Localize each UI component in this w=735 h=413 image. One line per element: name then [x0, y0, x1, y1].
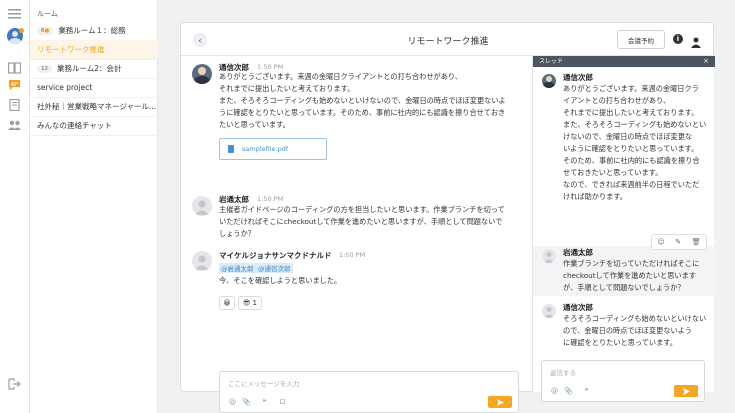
thread-text: けないので、金曜日の時点でほぼ変更な — [563, 132, 693, 141]
sender-avatar[interactable] — [542, 249, 556, 263]
message-input[interactable]: ここにメッセージを入力 — [228, 378, 299, 388]
reply-input[interactable]: 返信する — [550, 367, 576, 377]
mention-tag[interactable]: @岩通太郎 — [219, 263, 256, 273]
send-button[interactable] — [488, 396, 512, 408]
room-label: service project — [37, 83, 93, 92]
room-item[interactable]: 12 業務ルーム2：会計 — [30, 59, 158, 79]
chat-panel: ‹ リモートワーク推進 会議予約 i 通信次郎 1:50 PM ありがとうござい… — [180, 22, 715, 413]
member-icon[interactable] — [691, 33, 701, 48]
sender-name[interactable]: 岩通太郎 — [563, 247, 593, 258]
message-text: たいと思っています。 — [219, 120, 290, 129]
thread-text: checkoutして作業を進めたいと思います — [563, 271, 696, 280]
meeting-reserve-button[interactable]: 会議予約 — [617, 30, 665, 49]
sender-avatar[interactable] — [192, 251, 212, 271]
status-dot — [19, 28, 24, 33]
message-text: いただければそこにcheckoutして作業を進めたいと思いますが、手順として問題… — [219, 217, 503, 226]
timestamp: 1:50 PM — [339, 251, 366, 259]
thread-text: それまでに提出したいと考えております。 — [563, 108, 699, 117]
thread-text: そろそろコーディングも始めないといけない — [563, 314, 707, 323]
thread-text: また、そろそろコーディングも始めないとい — [563, 120, 707, 129]
book-icon[interactable] — [8, 62, 21, 74]
reaction-button[interactable]: 😎 1 — [238, 296, 262, 310]
logout-icon[interactable] — [8, 378, 21, 390]
icon-rail — [0, 0, 30, 413]
quote-icon[interactable]: ❝ — [260, 398, 269, 406]
room-item[interactable]: 社外秘｜営業戦略マネージャール... — [30, 97, 158, 117]
message-text: しょうか？ — [219, 229, 255, 238]
sender-name[interactable]: 通信次郎 — [563, 72, 593, 83]
sender-avatar[interactable] — [192, 196, 212, 216]
info-icon[interactable]: i — [673, 34, 683, 44]
room-item[interactable]: 6● 業務ルーム１：総務 — [30, 21, 158, 41]
thread-text: いように確認をとりたいと思っています。 — [563, 144, 699, 153]
file-attachment[interactable]: samplefile.pdf — [219, 138, 327, 160]
unread-badge: 6● — [37, 26, 54, 35]
thread-text: ありがとうございます。来週の金曜日クラ — [563, 84, 699, 93]
menu-icon[interactable] — [8, 8, 21, 20]
document-icon[interactable] — [8, 99, 21, 111]
message-text: 主催者ガイドページのコーディングの方を担当したいと思います。作業ブランチを切って — [219, 205, 505, 214]
thread-text: が、手順として問題ないでしょうか？ — [563, 283, 685, 292]
thread-text: 作業ブランチを切っていただければそこに — [563, 259, 700, 268]
thread-text: に確認をとりたいと思っています。 — [563, 338, 677, 347]
thread-text: ければ助かります。 — [563, 192, 627, 201]
quote-icon[interactable]: ❝ — [582, 387, 591, 395]
send-icon — [682, 387, 690, 395]
chat-icon[interactable] — [8, 79, 21, 91]
thread-text: ので、金曜日の時点でほぼ変更ないよう — [563, 326, 692, 335]
thread-text: イアントとの打ち合わせがあり、 — [563, 96, 671, 105]
close-icon[interactable]: × — [703, 56, 709, 67]
timestamp: 1:50 PM — [257, 195, 284, 203]
message-text: 今、そこを確認しようと思いました。 — [219, 276, 342, 285]
chat-header: ‹ リモートワーク推進 会議予約 i — [181, 23, 715, 56]
message-text: また、そろそろコーディングも始めないといけないので、金曜日の時点でほぼ変更ないよ — [219, 96, 506, 105]
message-list: 通信次郎 1:50 PM ありがとうございます。来週の金曜日クライアントとの打ち… — [181, 56, 531, 413]
room-label: 業務ルーム１：総務 — [58, 26, 126, 35]
thread-text: そのため、事前に社内的にも認識を擦り合 — [563, 156, 700, 165]
message-text: それまでに提出したいと考えております。 — [219, 84, 355, 93]
room-list: ルーム 6● 業務ルーム１：総務 リモートワーク推進 12 業務ルーム2：会計 … — [30, 0, 158, 413]
message-text: うに確認をとりたいと思っています。そのため、事前に社内的にも認識を擦り合せておき — [219, 108, 506, 117]
attach-icon[interactable]: 📎 — [242, 398, 251, 406]
reply-send-button[interactable] — [674, 385, 698, 397]
room-label: リモートワーク推進 — [37, 45, 105, 54]
unread-badge: 12 — [37, 64, 52, 73]
template-icon[interactable]: ⊡ — [278, 398, 287, 406]
thread-text: なので、できれば来週前半の日程でいただ — [563, 180, 700, 189]
attach-icon[interactable]: 📎 — [564, 387, 573, 395]
mention-tag[interactable]: @通信次郎 — [256, 263, 293, 273]
timestamp: 1:50 PM — [257, 63, 284, 71]
trash-icon[interactable]: 🗑 — [692, 238, 701, 246]
room-label: みんなの連絡チャット — [37, 121, 112, 130]
thread-panel: スレッド × 通信次郎 ありがとうございます。来週の金曜日クラ イアントとの打ち… — [532, 56, 715, 402]
reaction-button[interactable]: 😀 — [219, 296, 235, 310]
group-icon[interactable] — [8, 119, 21, 131]
sender-avatar[interactable] — [542, 304, 556, 318]
room-label: 業務ルーム2：会計 — [57, 64, 122, 73]
mention-icon[interactable]: @ — [550, 387, 559, 395]
send-icon — [496, 398, 504, 406]
room-item[interactable]: service project — [30, 78, 158, 98]
reply-composer[interactable]: 返信する @ 📎 ❝ — [541, 360, 705, 402]
emoji-icon[interactable]: ☺ — [657, 238, 664, 246]
room-item-active[interactable]: リモートワーク推進 — [30, 40, 158, 60]
room-label: 社外秘｜営業戦略マネージャール... — [37, 102, 157, 111]
mention-icon[interactable]: @ — [228, 398, 237, 406]
message-text: ありがとうございます。来週の金曜日クライアントとの打ち合わせがあり、 — [219, 72, 463, 81]
thread-header: スレッド × — [533, 56, 715, 67]
message-actions: ☺ ✎ 🗑 — [651, 234, 707, 250]
room-list-title: ルーム — [37, 10, 58, 18]
file-icon — [228, 145, 234, 153]
sender-name[interactable]: マイケルジョナサンマクドナルド — [219, 250, 332, 261]
message-composer[interactable]: ここにメッセージを入力 @ 📎 ❝ ⊡ — [219, 371, 519, 413]
sender-name[interactable]: 通信次郎 — [563, 302, 593, 313]
room-item[interactable]: みんなの連絡チャット — [30, 116, 158, 136]
thread-text: せておきたいと思っています。 — [563, 168, 663, 177]
edit-icon[interactable]: ✎ — [675, 238, 681, 246]
sender-avatar[interactable] — [192, 64, 212, 84]
sender-avatar[interactable] — [542, 74, 556, 88]
thread-title: スレッド — [539, 58, 564, 65]
file-name: samplefile.pdf — [242, 145, 289, 153]
